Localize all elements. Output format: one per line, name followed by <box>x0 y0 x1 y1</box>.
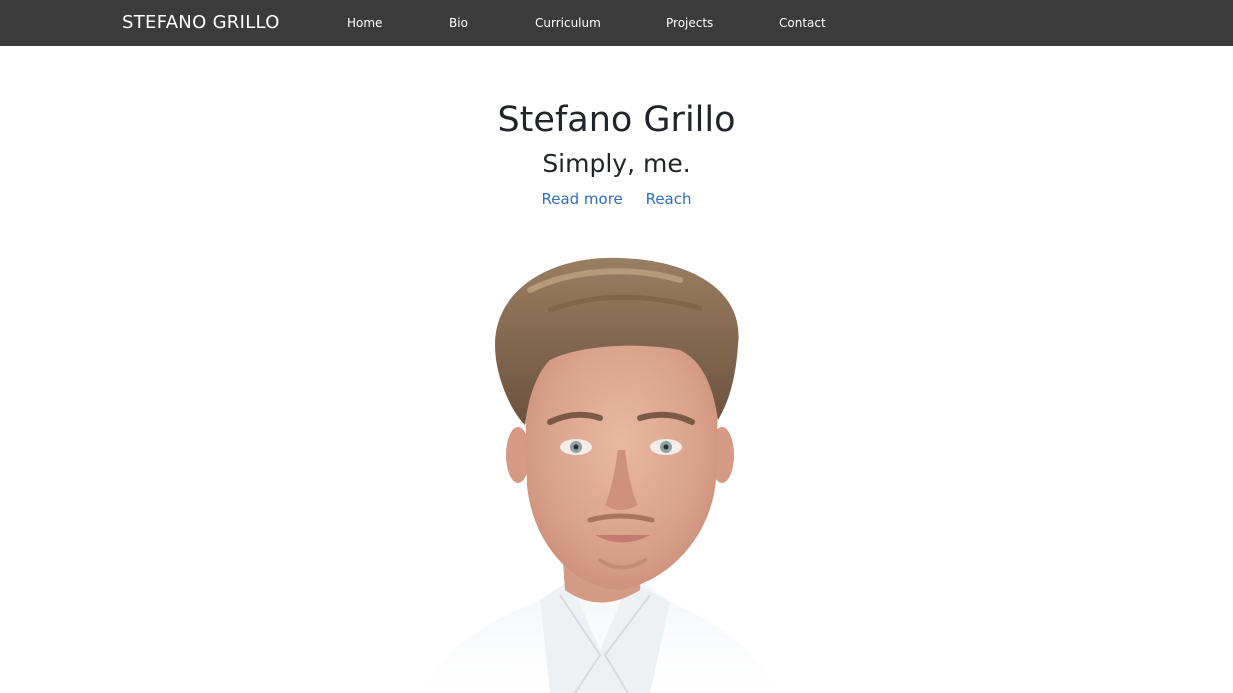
nav-link-home[interactable]: Home <box>347 15 382 31</box>
read-more-link[interactable]: Read more <box>541 190 622 208</box>
portrait-photo <box>400 250 800 693</box>
page-subtitle: Simply, me. <box>542 149 691 178</box>
portrait-illustration <box>420 257 780 693</box>
nav-link-contact[interactable]: Contact <box>779 15 826 31</box>
navbar: STEFANO GRILLO Home Bio Curriculum Proje… <box>0 0 1233 46</box>
brand-logo-link[interactable]: STEFANO GRILLO <box>122 11 280 35</box>
nav-link-curriculum[interactable]: Curriculum <box>535 15 601 31</box>
reach-link[interactable]: Reach <box>646 190 692 208</box>
nav-link-projects[interactable]: Projects <box>666 15 713 31</box>
nav-link-bio[interactable]: Bio <box>449 15 468 31</box>
page-title: Stefano Grillo <box>497 100 736 140</box>
hero-links: Read more Reach <box>0 189 1233 209</box>
